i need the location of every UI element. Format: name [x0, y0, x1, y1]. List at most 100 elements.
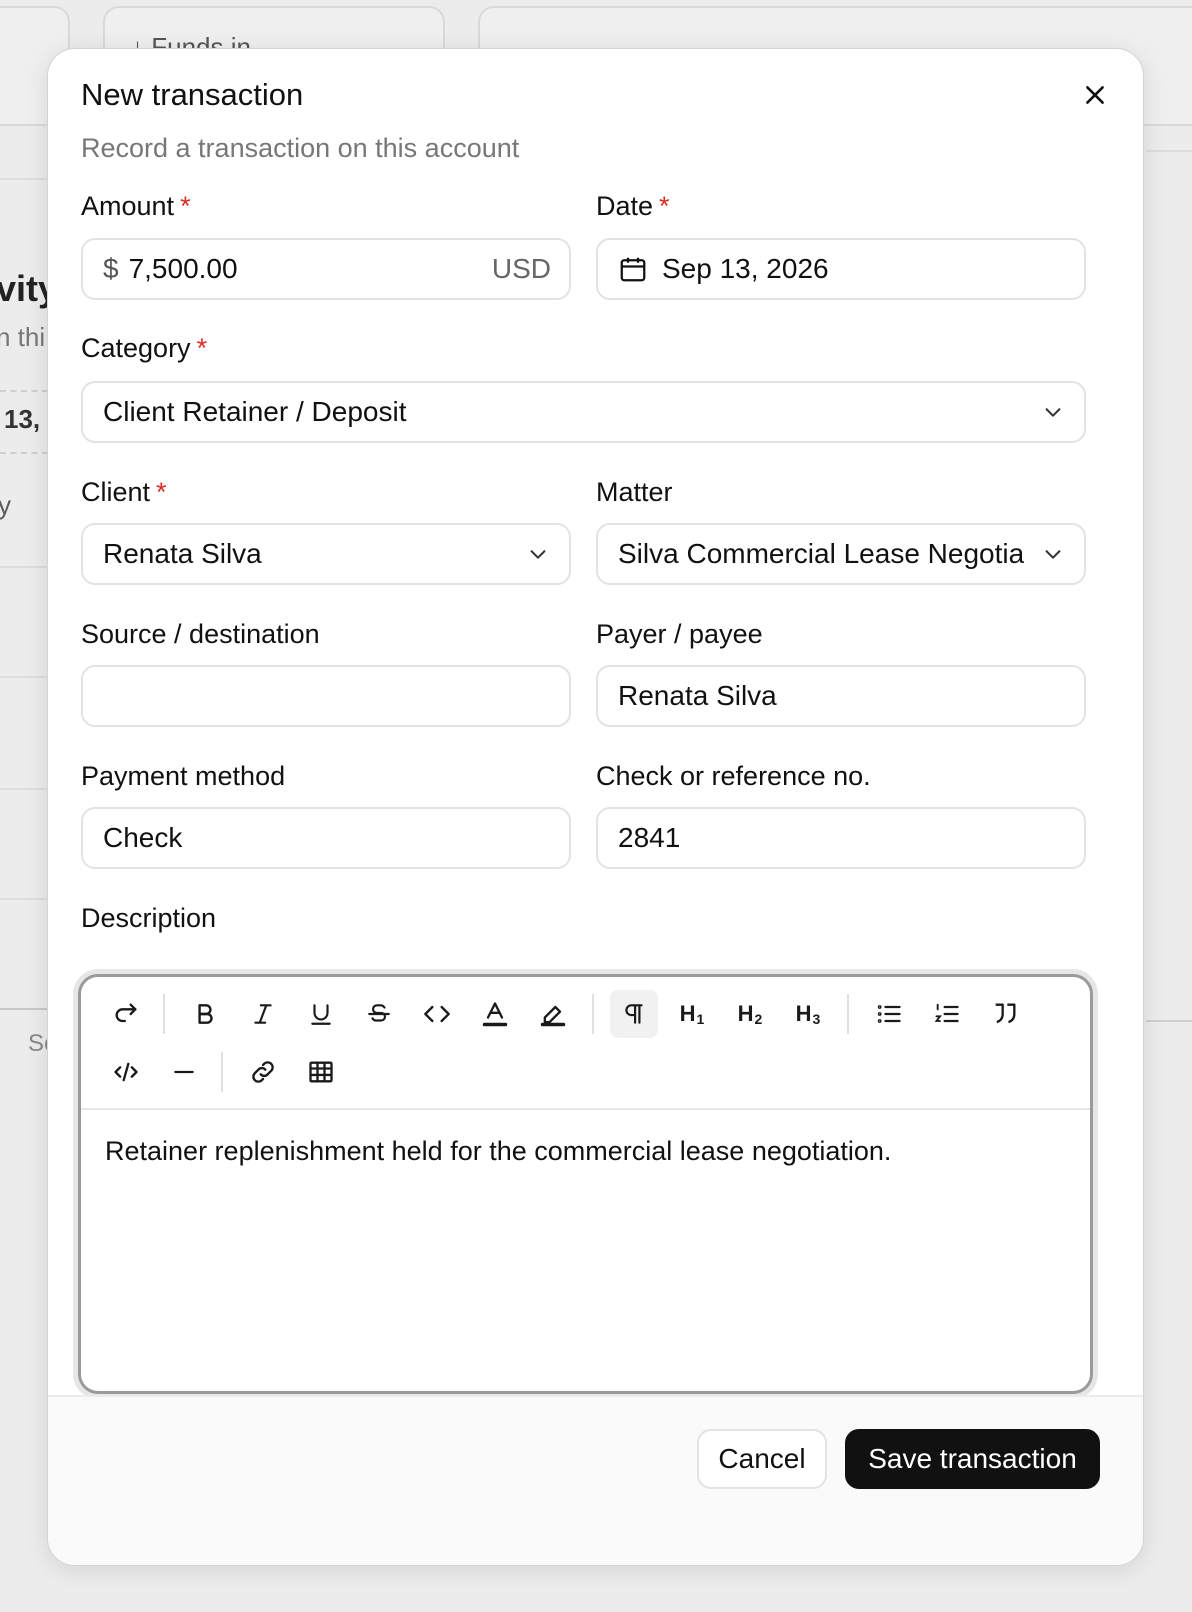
required-marker: *	[659, 191, 670, 221]
background-divider	[0, 898, 48, 900]
paragraph-button[interactable]	[610, 990, 658, 1038]
amount-input[interactable]: $ 7,500.00 USD	[81, 238, 571, 300]
code-block-icon	[114, 1062, 138, 1082]
background-dashed-line	[0, 452, 48, 454]
link-button[interactable]	[239, 1048, 287, 1096]
toolbar-separator	[221, 1052, 223, 1092]
matter-label: Matter	[596, 477, 673, 508]
matter-select[interactable]: Silva Commercial Lease Negotiat	[596, 523, 1086, 585]
chevron-down-icon	[1040, 541, 1066, 567]
reference-value: 2841	[618, 822, 681, 853]
heading-3-button[interactable]: H3	[784, 990, 832, 1038]
highlight-button[interactable]	[529, 990, 577, 1038]
background-divider	[0, 676, 48, 678]
bullet-list-button[interactable]	[865, 990, 913, 1038]
dialog-title: New transaction	[81, 77, 304, 112]
background-divider-right	[1146, 150, 1192, 152]
underline-button[interactable]	[297, 990, 345, 1038]
source-label: Source / destination	[81, 619, 320, 649]
amount-label: Amount *	[81, 191, 191, 222]
amount-value: 7,500.00	[128, 253, 238, 284]
code-button[interactable]	[413, 990, 461, 1038]
strikethrough-icon	[368, 1004, 390, 1022]
payment-method-label: Payment method	[81, 761, 286, 791]
toolbar-separator	[592, 994, 594, 1034]
strikethrough-button[interactable]	[355, 990, 403, 1038]
payment-method-input[interactable]: Check	[81, 807, 571, 869]
client-label: Client *	[81, 477, 167, 508]
code-icon	[424, 1005, 450, 1023]
horizontal-rule-button[interactable]	[160, 1048, 208, 1096]
payer-label: Payer / payee	[596, 619, 763, 649]
category-label-text: Category	[81, 333, 191, 363]
background-row-text: y	[0, 490, 11, 520]
category-value: Client Retainer / Deposit	[103, 396, 407, 427]
payment-method-value: Check	[103, 822, 183, 853]
currency-code: USD	[491, 253, 551, 284]
matter-label-text: Matter	[596, 477, 673, 507]
reference-label: Check or reference no.	[596, 761, 871, 791]
link-icon	[252, 1061, 274, 1083]
italic-icon	[254, 1004, 272, 1024]
category-label: Category *	[81, 333, 207, 364]
description-editor[interactable]: H1 H2 H3 Retainer replenishment held for…	[78, 974, 1093, 1394]
category-select[interactable]: Client Retainer / Deposit	[81, 381, 1086, 443]
heading-2-button[interactable]: H2	[726, 990, 774, 1038]
date-label: Date *	[596, 191, 670, 222]
code-block-button[interactable]	[102, 1048, 150, 1096]
heading-1-button[interactable]: H1	[668, 990, 716, 1038]
calendar-icon	[620, 257, 646, 282]
background-divider	[0, 566, 48, 568]
heading-3-label: H	[795, 1001, 812, 1026]
reference-input[interactable]: 2841	[596, 807, 1086, 869]
cancel-button[interactable]: Cancel	[697, 1429, 827, 1489]
redo-icon	[115, 1003, 137, 1023]
date-picker[interactable]: Sep 13, 2026	[596, 238, 1086, 300]
heading-2-sub: 2	[754, 1011, 763, 1027]
table-button[interactable]	[297, 1048, 345, 1096]
background-divider	[0, 788, 48, 790]
close-icon	[1086, 86, 1104, 104]
editor-content[interactable]: Retainer replenishment held for the comm…	[81, 1110, 1090, 1193]
close-button[interactable]	[1075, 75, 1115, 115]
quote-icon	[995, 1003, 1016, 1024]
text-color-icon	[482, 1002, 508, 1027]
italic-button[interactable]	[239, 990, 287, 1038]
background-date: 13,	[4, 404, 41, 434]
payer-value: Renata Silva	[618, 680, 777, 711]
toolbar-separator	[163, 994, 165, 1034]
client-select[interactable]: Renata Silva	[81, 523, 571, 585]
currency-symbol: $	[103, 253, 119, 284]
description-label: Description	[81, 903, 217, 933]
underline-icon	[311, 1004, 331, 1025]
toolbar-separator	[847, 994, 849, 1034]
redo-button[interactable]	[102, 990, 150, 1038]
ordered-list-button[interactable]	[923, 990, 971, 1038]
matter-value: Silva Commercial Lease Negotiat	[618, 538, 1024, 569]
background-dashed-line	[0, 390, 48, 392]
highlighter-icon	[540, 1005, 566, 1027]
background-divider-right	[1146, 1020, 1192, 1022]
paragraph-icon	[625, 1004, 643, 1024]
ordered-list-icon	[934, 1003, 959, 1023]
background-divider	[0, 1008, 48, 1010]
save-transaction-button[interactable]: Save transaction	[845, 1429, 1100, 1489]
chevron-down-icon	[1040, 399, 1066, 425]
horizontal-rule-icon	[174, 1070, 194, 1074]
heading-1-label: H	[679, 1001, 696, 1026]
bold-icon	[198, 1004, 213, 1024]
table-icon	[309, 1061, 333, 1083]
chevron-down-icon	[525, 541, 551, 567]
amount-label-text: Amount	[81, 191, 175, 221]
dialog-footer: Cancel Save transaction	[48, 1395, 1143, 1565]
client-value: Renata Silva	[103, 538, 262, 569]
date-label-text: Date	[596, 191, 654, 221]
required-marker: *	[156, 477, 167, 507]
source-input[interactable]	[81, 665, 571, 727]
background-divider	[0, 178, 48, 180]
client-label-text: Client	[81, 477, 151, 507]
payer-input[interactable]: Renata Silva	[596, 665, 1086, 727]
blockquote-button[interactable]	[981, 990, 1029, 1038]
bold-button[interactable]	[181, 990, 229, 1038]
text-color-button[interactable]	[471, 990, 519, 1038]
